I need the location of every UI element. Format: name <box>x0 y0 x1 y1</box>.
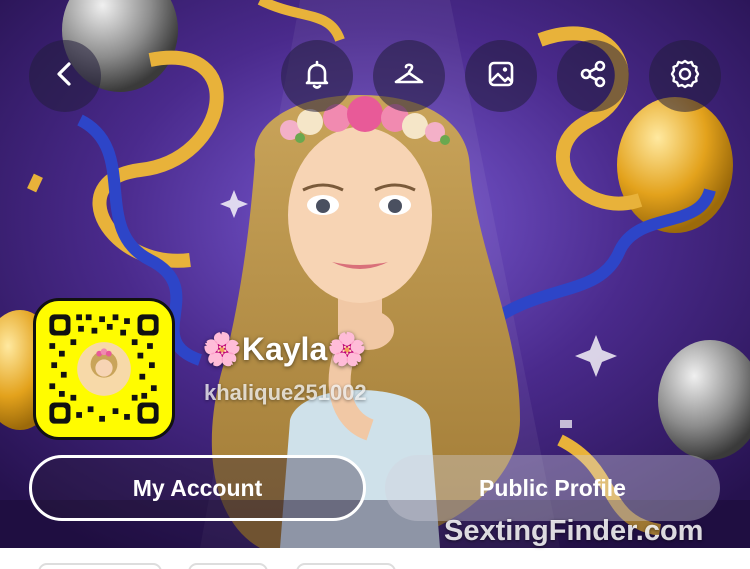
username: khalique251002 <box>204 380 367 405</box>
chevron-left-icon <box>48 57 82 96</box>
share-icon <box>576 57 610 96</box>
my-account-button[interactable]: My Account <box>29 455 366 521</box>
display-name: 🌸Kayla🌸 <box>202 331 368 367</box>
notifications-button[interactable] <box>281 40 353 112</box>
back-button[interactable] <box>29 40 101 112</box>
background-button[interactable] <box>465 40 537 112</box>
share-button[interactable] <box>557 40 629 112</box>
bell-icon <box>300 57 334 96</box>
profile-screen: 🌸Kayla🌸 khalique251002 My Account Public… <box>0 0 750 569</box>
gear-icon <box>668 57 702 96</box>
my-account-label: My Account <box>132 474 263 501</box>
public-profile-label: Public Profile <box>479 474 626 501</box>
section-tab[interactable] <box>38 563 162 569</box>
snapcode[interactable] <box>33 298 175 440</box>
public-profile-button[interactable]: Public Profile <box>385 455 720 521</box>
settings-button[interactable] <box>649 40 721 112</box>
image-icon <box>484 57 518 96</box>
watermark: SextingFinder.com <box>444 515 704 547</box>
hanger-icon <box>392 57 426 96</box>
section-tab[interactable] <box>188 563 268 569</box>
outfit-button[interactable] <box>373 40 445 112</box>
section-tab[interactable] <box>296 563 396 569</box>
